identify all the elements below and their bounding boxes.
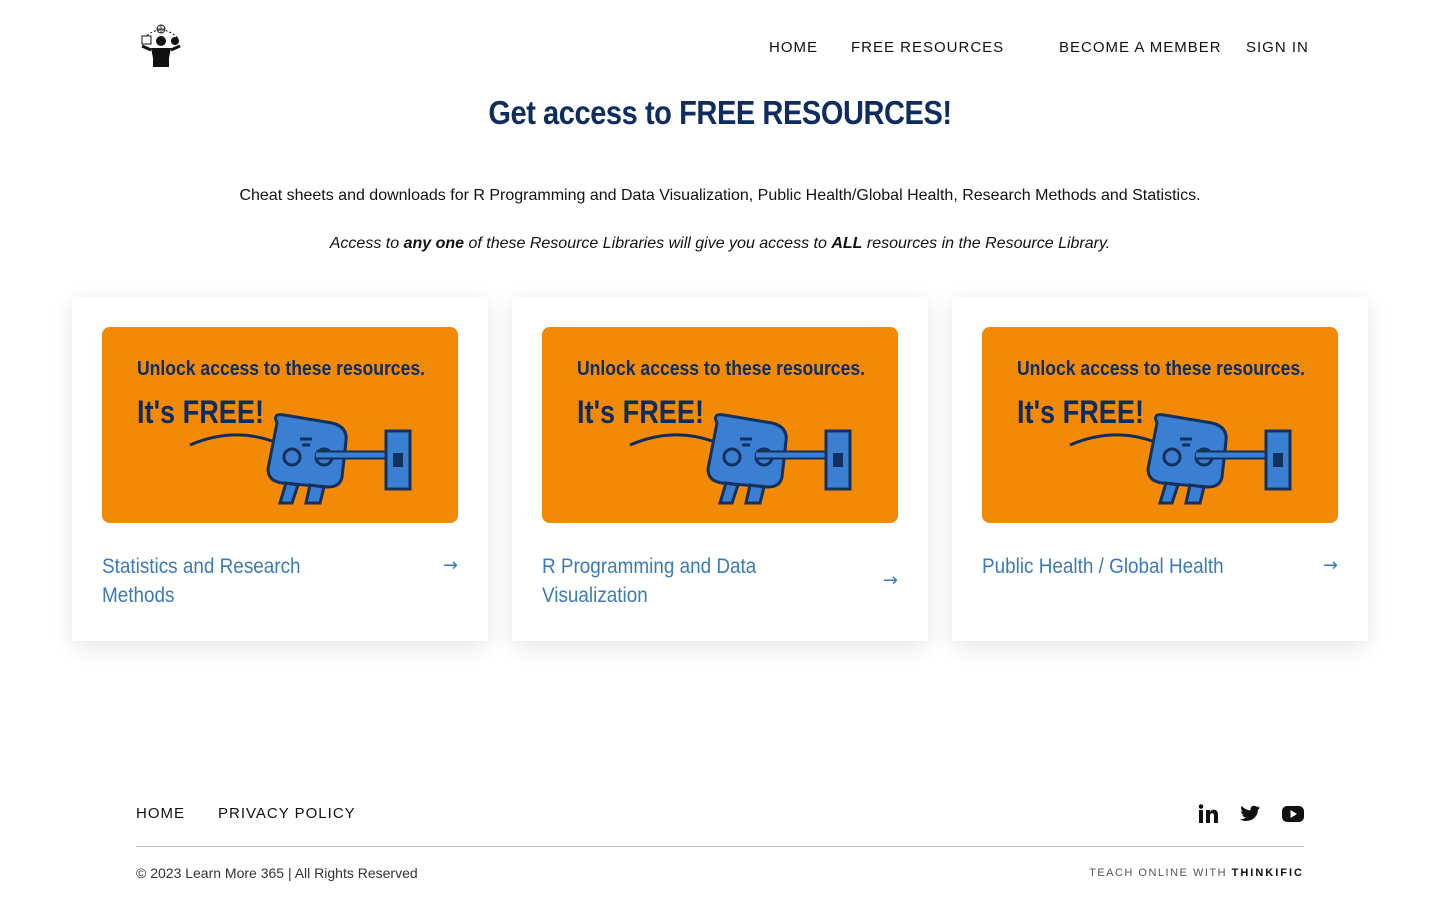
copyright-text: © 2023 Learn More 365 | All Rights Reser… (136, 865, 418, 881)
banner-line2: It's FREE! (577, 394, 704, 430)
footer-divider (136, 846, 1304, 847)
site-logo-icon[interactable] (138, 24, 184, 68)
arrow-right-icon[interactable]: → (883, 570, 898, 591)
resource-card-r-programming[interactable]: Unlock access to these resources. It's FR… (512, 297, 928, 641)
banner-line2: It's FREE! (1017, 394, 1144, 430)
banner-line1: Unlock access to these resources. (1017, 358, 1305, 380)
access-note-part1: Access to (329, 235, 404, 252)
card-title[interactable]: R Programming and Data Visualization (542, 552, 812, 610)
banner-line1: Unlock access to these resources. (137, 358, 425, 380)
card-image[interactable]: Unlock access to these resources. It's FR… (542, 327, 898, 523)
nav-free-resources[interactable]: FREE RESOURCES (851, 39, 1004, 56)
card-image[interactable]: Unlock access to these resources. It's FR… (982, 327, 1338, 523)
footer-link-privacy-policy[interactable]: PRIVACY POLICY (218, 805, 356, 822)
page-title: Get access to FREE RESOURCES! (488, 94, 952, 131)
access-note-bold1: any one (403, 235, 465, 252)
unlock-banner-svg: Unlock access to these resources. It's FR… (542, 327, 898, 523)
powered-by-prefix: TEACH ONLINE WITH (1089, 867, 1228, 879)
access-note-part3: resources in the Resource Library. (862, 235, 1111, 252)
unlock-banner-svg: Unlock access to these resources. It's FR… (102, 327, 458, 523)
thinkific-brand: THINKIFIC (1231, 867, 1304, 879)
unlock-banner-svg: Unlock access to these resources. It's FR… (982, 327, 1338, 523)
access-note-bold2: ALL (831, 235, 863, 252)
linkedin-icon[interactable] (1196, 803, 1220, 825)
card-title[interactable]: Statistics and Research Methods (102, 552, 372, 610)
youtube-icon[interactable] (1281, 803, 1305, 825)
nav-sign-in[interactable]: SIGN IN (1246, 39, 1309, 56)
banner-line1: Unlock access to these resources. (577, 358, 865, 380)
nav-become-member[interactable]: BECOME A MEMBER (1059, 39, 1222, 56)
arrow-right-icon[interactable]: → (443, 555, 458, 576)
access-note-part2: of these Resource Libraries will give yo… (464, 235, 832, 252)
resource-card-statistics[interactable]: Unlock access to these resources. It's FR… (72, 297, 488, 641)
intro-text: Cheat sheets and downloads for R Program… (239, 187, 1201, 204)
card-title[interactable]: Public Health / Global Health (982, 552, 1252, 581)
arrow-right-icon[interactable]: → (1323, 555, 1338, 576)
card-image[interactable]: Unlock access to these resources. It's FR… (102, 327, 458, 523)
powered-by[interactable]: TEACH ONLINE WITH THINKIFIC (1089, 867, 1304, 879)
resource-card-public-health[interactable]: Unlock access to these resources. It's FR… (952, 297, 1368, 641)
banner-line2: It's FREE! (137, 394, 264, 430)
access-note: Access to any one of these Resource Libr… (0, 235, 1440, 253)
twitter-icon[interactable] (1238, 803, 1262, 825)
footer-link-home[interactable]: HOME (136, 805, 185, 822)
site-header: HOME FREE RESOURCES BECOME A MEMBER SIGN… (0, 0, 1440, 96)
nav-home[interactable]: HOME (769, 39, 818, 56)
